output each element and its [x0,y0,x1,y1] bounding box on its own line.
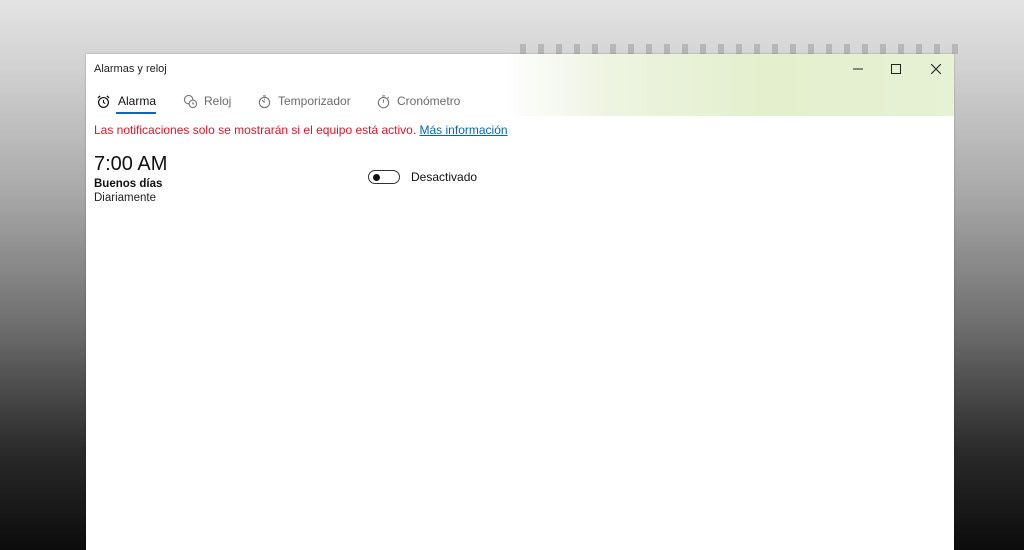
tab-alarm-label: Alarma [117,94,156,108]
tab-alarm[interactable]: Alarma [96,87,156,115]
title-bar[interactable]: Alarmas y reloj [86,54,954,84]
window-title: Alarmas y reloj [94,63,167,75]
background-taskbar-strip [520,44,960,54]
tab-clock-label: Reloj [204,94,232,108]
toggle-knob [373,173,380,181]
tab-timer-label: Temporizador [278,94,351,108]
minimize-icon [853,68,863,70]
alarm-item[interactable]: 7:00 AM Buenos días Diariamente [94,152,167,204]
alarm-toggle-switch[interactable] [368,170,400,184]
timer-icon [256,93,272,109]
alarm-toggle-group: Desactivado [368,170,477,184]
tab-clock[interactable]: Reloj [182,87,232,115]
tab-stopwatch[interactable]: Cronómetro [375,87,475,115]
alarms-clock-window: Alarmas y reloj Alarma Reloj Temporizado… [86,54,954,550]
world-clock-icon [182,93,198,109]
maximize-button[interactable] [876,54,916,84]
notification-warning-text: Las notificaciones solo se mostrarán si … [94,123,417,137]
alarm-repeat: Diariamente [94,192,156,204]
alarm-clock-icon [96,93,112,109]
more-info-link[interactable]: Más información [420,123,508,137]
close-button[interactable] [916,54,954,84]
minimize-button[interactable] [838,54,878,84]
alarm-name: Buenos días [94,178,163,190]
tab-stopwatch-label: Cronómetro [397,94,461,108]
alarm-time: 7:00 AM [94,153,168,175]
tab-timer[interactable]: Temporizador [256,87,356,115]
notification-warning: Las notificaciones solo se mostrarán si … [94,123,508,137]
stopwatch-icon [375,93,391,109]
maximize-icon [891,64,901,74]
tab-bar: Alarma Reloj Temporizador Cronómetro [86,87,954,115]
alarm-toggle-state: Desactivado [411,170,478,184]
close-icon [931,64,941,74]
